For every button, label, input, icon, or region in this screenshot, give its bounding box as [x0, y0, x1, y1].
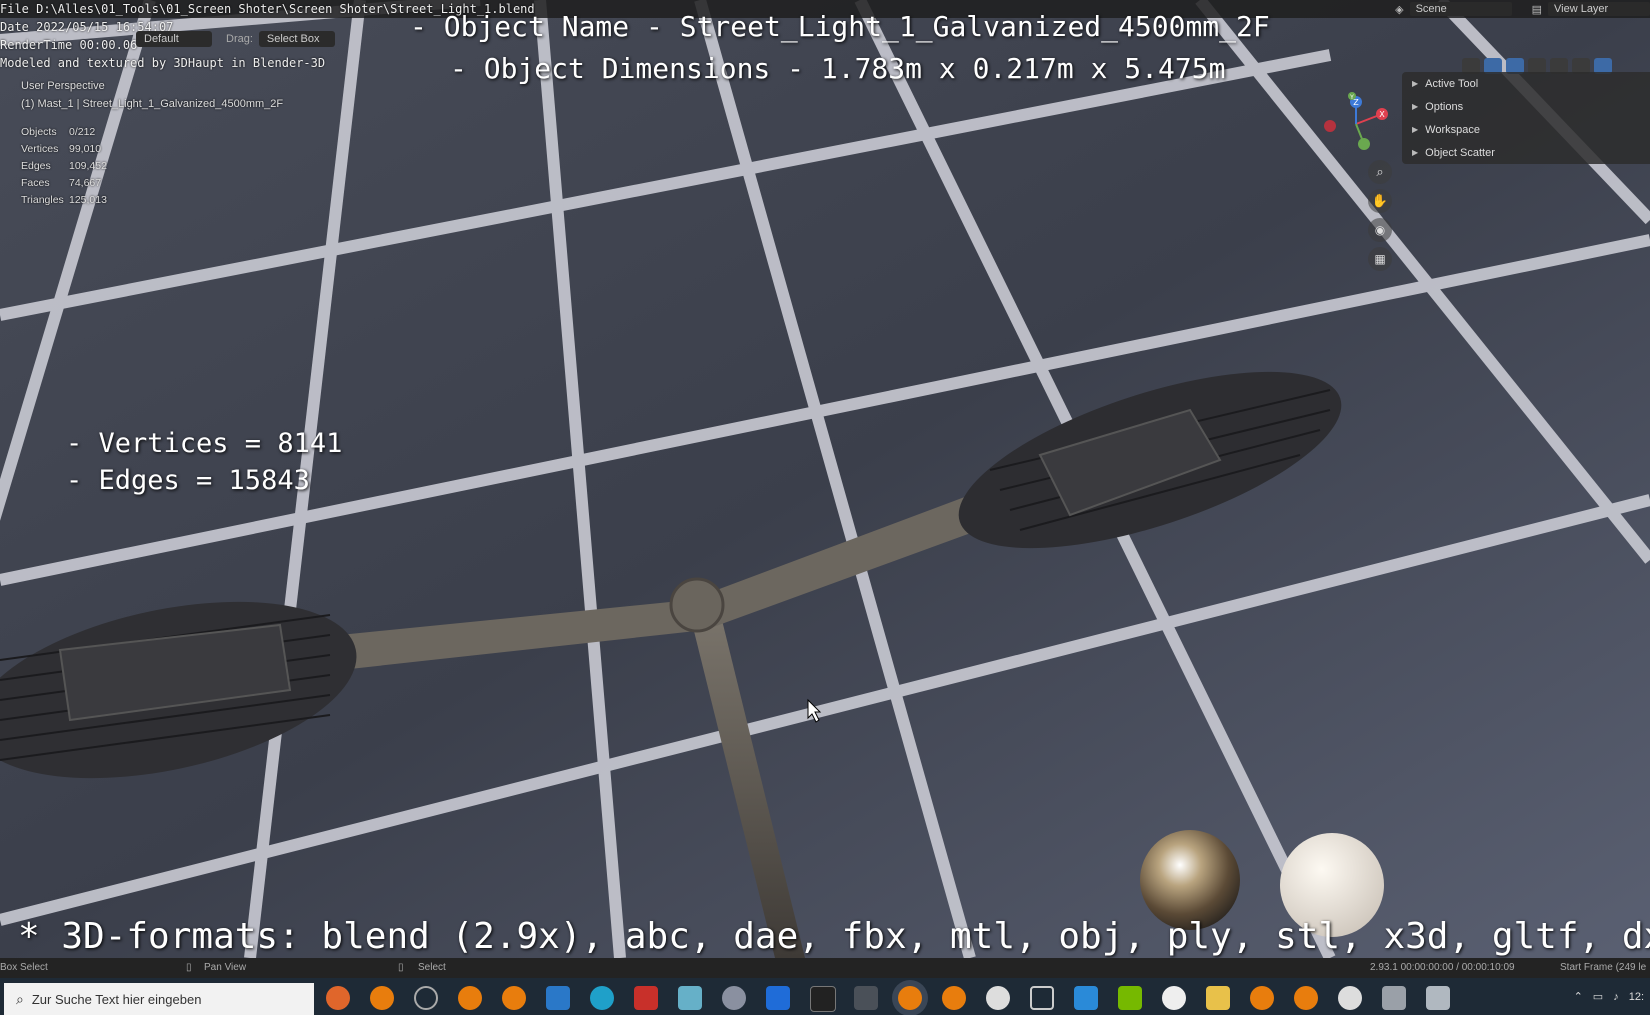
app-red-icon[interactable]: [634, 986, 658, 1010]
mail-icon[interactable]: [546, 986, 570, 1010]
sidebar-n-panel: ▶ Active Tool ▶ Options ▶ Workspace ▶ Object…: [1402, 72, 1650, 164]
blender-icon[interactable]: [502, 986, 526, 1010]
windows-taskbar: ⌕ Zur Suche Text hier eingeben ⌃ ▭ ♪ 12:: [0, 978, 1650, 1015]
drag-dropdown[interactable]: Select Box: [258, 31, 335, 47]
search-placeholder: Zur Suche Text hier eingeben: [31, 991, 202, 1007]
collapse-triangle-icon: ▶: [1412, 79, 1419, 88]
calendar-icon[interactable]: [1074, 986, 1098, 1010]
blender-active-icon[interactable]: [898, 986, 922, 1010]
ortho-grid-icon[interactable]: ▦: [1368, 247, 1392, 271]
viewport-perspective: User Perspective: [21, 80, 105, 92]
gizmo-neg-x-handle[interactable]: [1324, 120, 1336, 132]
npanel-object-scatter[interactable]: ▶ Object Scatter: [1402, 141, 1650, 164]
blender-icon[interactable]: [370, 986, 394, 1010]
gizmo-x-label: X: [1379, 110, 1385, 119]
scene-field[interactable]: Scene: [1409, 2, 1512, 16]
navigation-gizmo[interactable]: X Z Y: [1316, 84, 1396, 164]
gizmo-z-label: Z: [1353, 98, 1359, 107]
settings-gear-icon[interactable]: [1338, 986, 1362, 1010]
drag-label: Drag:: [226, 33, 253, 45]
status-select: Select: [418, 962, 446, 973]
edge-icon[interactable]: [590, 986, 614, 1010]
app-clock-icon[interactable]: [1162, 986, 1186, 1010]
tray-chevron-up-icon[interactable]: ⌃: [1574, 990, 1583, 1003]
blender-icon[interactable]: [1250, 986, 1274, 1010]
stat-objects: Objects 0/212: [21, 126, 96, 138]
object-dimensions-overlay: - Object Dimensions - 1.783m x 0.217m x …: [450, 52, 1226, 85]
stat-triangles: Triangles 125,013: [21, 194, 107, 206]
collapse-triangle-icon: ▶: [1412, 125, 1419, 134]
gizmo-y-label: Y: [1349, 94, 1354, 101]
npanel-options[interactable]: ▶ Options: [1402, 95, 1650, 118]
tray-network-icon[interactable]: ▭: [1593, 990, 1603, 1003]
app-window-icon[interactable]: [1426, 986, 1450, 1010]
folder-icon[interactable]: [1206, 986, 1230, 1010]
app-cloud-icon[interactable]: [722, 986, 746, 1010]
view-layer-field[interactable]: View Layer: [1548, 2, 1650, 16]
app-teal-icon[interactable]: [678, 986, 702, 1010]
camera-view-icon[interactable]: ◉: [1368, 218, 1392, 242]
blender-icon[interactable]: [458, 986, 482, 1010]
status-start-frame: Start Frame (249 le: [1560, 962, 1647, 973]
orientation-dropdown[interactable]: Default: [136, 31, 212, 47]
tray-clock[interactable]: 12:: [1629, 991, 1644, 1003]
search-icon: ⌕: [16, 990, 24, 1007]
mouse-middle-icon: ▯: [186, 962, 192, 973]
stat-edges: Edges 109,452: [21, 160, 107, 172]
taskbar-search[interactable]: ⌕ Zur Suche Text hier eingeben: [4, 983, 314, 1015]
terminal-icon[interactable]: [810, 986, 836, 1012]
formats-overlay: * 3D-formats: blend (2.9x), abc, dae, fb…: [18, 916, 1650, 957]
collapse-triangle-icon: ▶: [1412, 148, 1419, 157]
blender-icon[interactable]: [942, 986, 966, 1010]
tray-volume-icon[interactable]: ♪: [1613, 991, 1619, 1003]
viewport-header: Default Drag: Select Box: [130, 24, 335, 54]
edges-overlay: - Edges = 15843: [66, 465, 310, 496]
vertices-overlay: - Vertices = 8141: [66, 428, 343, 459]
app-circle-icon[interactable]: [414, 986, 438, 1010]
panda-icon[interactable]: [986, 986, 1010, 1010]
system-tray: ⌃ ▭ ♪ 12:: [1564, 978, 1644, 1015]
status-box-select: Box Select: [0, 962, 48, 973]
gizmo-y-handle[interactable]: [1358, 138, 1370, 150]
status-bar: Box Select ▯ Pan View ▯ Select 2.93.1 00…: [0, 958, 1650, 978]
top-right-fields: ◈ Scene ▤ View Layer: [1395, 0, 1650, 18]
nvidia-icon[interactable]: [1118, 986, 1142, 1010]
collapse-triangle-icon: ▶: [1412, 102, 1419, 111]
scene-icon[interactable]: ◈: [1395, 3, 1403, 16]
cube-icon[interactable]: [1030, 986, 1054, 1010]
viewport-collection: (1) Mast_1 | Street_Light_1_Galvanized_4…: [21, 98, 284, 110]
view-layer-icon[interactable]: ▤: [1532, 3, 1542, 16]
stat-vertices: Vertices 99,010: [21, 143, 102, 155]
blender-icon[interactable]: [1294, 986, 1318, 1010]
status-version: 2.93.1 00:00:00:00 / 00:00:10:09: [1370, 962, 1515, 973]
npanel-active-tool[interactable]: ▶ Active Tool: [1402, 72, 1650, 95]
zoom-icon[interactable]: ⌕: [1368, 160, 1392, 184]
firefox-icon[interactable]: [326, 986, 350, 1010]
app-tool-icon[interactable]: [854, 986, 878, 1010]
npanel-workspace[interactable]: ▶ Workspace: [1402, 118, 1650, 141]
status-pan-view: Pan View: [204, 962, 247, 973]
mouse-left-icon: ▯: [398, 962, 404, 973]
app-blue-icon[interactable]: [766, 986, 790, 1010]
object-name-overlay: - Object Name - Street_Light_1_Galvanize…: [410, 10, 1270, 43]
app-printer-icon[interactable]: [1382, 986, 1406, 1010]
pan-hand-icon[interactable]: ✋: [1368, 189, 1392, 213]
stat-faces: Faces 74,667: [21, 177, 102, 189]
